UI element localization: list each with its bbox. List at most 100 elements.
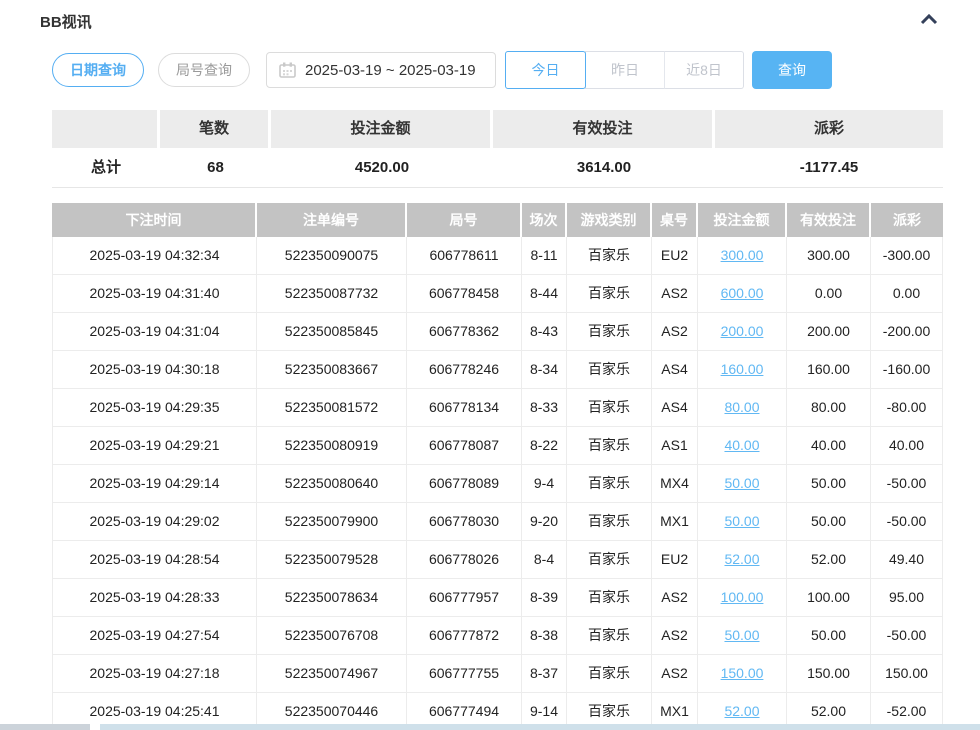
table-no-cell: MX4 — [652, 465, 698, 503]
search-button[interactable]: 查询 — [752, 51, 832, 89]
horizontal-scrollbar-thumb[interactable] — [0, 724, 90, 730]
bet-time-cell: 2025-03-19 04:29:35 — [52, 389, 257, 427]
session-cell: 8-39 — [522, 579, 567, 617]
horizontal-scrollbar-track[interactable] — [100, 724, 980, 730]
valid-bet-cell: 150.00 — [787, 655, 871, 693]
bet-amount-link[interactable]: 50.00 — [724, 475, 759, 491]
table-row: 2025-03-19 04:29:35 522350081572 6067781… — [52, 389, 943, 427]
summary-total-label: 总计 — [52, 148, 160, 187]
valid-bet-cell: 160.00 — [787, 351, 871, 389]
bet-amount-cell: 40.00 — [698, 427, 787, 465]
bet-time-cell: 2025-03-19 04:31:04 — [52, 313, 257, 351]
game-type-cell: 百家乐 — [567, 351, 652, 389]
calendar-icon — [279, 62, 296, 78]
bet-id-cell: 522350081572 — [257, 389, 407, 427]
today-button[interactable]: 今日 — [505, 51, 586, 89]
bet-amount-link[interactable]: 300.00 — [721, 247, 764, 263]
game-type-cell: 百家乐 — [567, 427, 652, 465]
game-type-cell: 百家乐 — [567, 389, 652, 427]
bet-amount-link[interactable]: 160.00 — [721, 361, 764, 377]
chevron-up-icon — [920, 12, 938, 30]
bet-amount-link[interactable]: 80.00 — [724, 399, 759, 415]
toolbar: 日期查询 局号查询 2025-03-19 ~ 2025-03-19 今日 昨日 … — [52, 51, 980, 89]
bet-amount-cell: 52.00 — [698, 541, 787, 579]
page-title: BB视讯 — [40, 11, 92, 32]
bets-table: 下注时间 注单编号 局号 场次 游戏类别 桌号 投注金额 有效投注 派彩 202… — [52, 203, 943, 730]
collapse-button[interactable] — [920, 12, 938, 30]
table-no-cell: AS2 — [652, 313, 698, 351]
bet-amount-cell: 300.00 — [698, 237, 787, 275]
bet-id-cell: 522350079900 — [257, 503, 407, 541]
bet-amount-link[interactable]: 50.00 — [724, 627, 759, 643]
bet-amount-link[interactable]: 52.00 — [724, 703, 759, 719]
payout-cell: -80.00 — [871, 389, 943, 427]
date-query-tab[interactable]: 日期查询 — [52, 53, 144, 87]
bet-time-cell: 2025-03-19 04:28:33 — [52, 579, 257, 617]
table-row: 2025-03-19 04:29:02 522350079900 6067780… — [52, 503, 943, 541]
session-cell: 9-20 — [522, 503, 567, 541]
payout-cell: 0.00 — [871, 275, 943, 313]
game-type-cell: 百家乐 — [567, 275, 652, 313]
payout-cell: -300.00 — [871, 237, 943, 275]
yesterday-button[interactable]: 昨日 — [585, 51, 665, 89]
table-no-cell: EU2 — [652, 237, 698, 275]
valid-bet-cell: 80.00 — [787, 389, 871, 427]
table-no-cell: AS2 — [652, 617, 698, 655]
game-type-cell: 百家乐 — [567, 237, 652, 275]
summary-total-row: 总计 68 4520.00 3614.00 -1177.45 — [52, 148, 943, 188]
round-id-cell: 606778030 — [407, 503, 522, 541]
bet-amount-link[interactable]: 600.00 — [721, 285, 764, 301]
bet-id-cell: 522350080919 — [257, 427, 407, 465]
summary-header-valid-bet: 有效投注 — [493, 110, 715, 148]
last-8-days-button[interactable]: 近8日 — [664, 51, 744, 89]
bet-amount-link[interactable]: 150.00 — [721, 665, 764, 681]
bet-id-cell: 522350085845 — [257, 313, 407, 351]
game-type-cell: 百家乐 — [567, 465, 652, 503]
bet-amount-cell: 600.00 — [698, 275, 787, 313]
valid-bet-cell: 40.00 — [787, 427, 871, 465]
round-id-cell: 606778611 — [407, 237, 522, 275]
summary-table: 笔数 投注金额 有效投注 派彩 总计 68 4520.00 3614.00 -1… — [52, 110, 943, 188]
summary-payout-cell: -1177.45 — [715, 148, 943, 187]
bet-amount-link[interactable]: 52.00 — [724, 551, 759, 567]
session-cell: 9-4 — [522, 465, 567, 503]
summary-bet-amount-cell: 4520.00 — [271, 148, 493, 187]
table-no-cell: AS4 — [652, 389, 698, 427]
summary-header-bet-amount: 投注金额 — [271, 110, 493, 148]
round-id-cell: 606778362 — [407, 313, 522, 351]
panel-header: BB视讯 — [0, 0, 980, 30]
round-query-tab[interactable]: 局号查询 — [158, 53, 250, 87]
game-type-cell: 百家乐 — [567, 617, 652, 655]
bet-id-cell: 522350087732 — [257, 275, 407, 313]
valid-bet-cell: 52.00 — [787, 541, 871, 579]
bet-amount-link[interactable]: 200.00 — [721, 323, 764, 339]
table-no-cell: AS1 — [652, 427, 698, 465]
valid-bet-cell: 50.00 — [787, 617, 871, 655]
date-range-text: 2025-03-19 ~ 2025-03-19 — [305, 62, 476, 79]
date-range-picker[interactable]: 2025-03-19 ~ 2025-03-19 — [266, 52, 496, 88]
bet-time-cell: 2025-03-19 04:29:21 — [52, 427, 257, 465]
bet-time-cell: 2025-03-19 04:30:18 — [52, 351, 257, 389]
session-cell: 8-11 — [522, 237, 567, 275]
game-type-cell: 百家乐 — [567, 541, 652, 579]
session-cell: 8-43 — [522, 313, 567, 351]
bet-id-cell: 522350083667 — [257, 351, 407, 389]
bet-amount-cell: 160.00 — [698, 351, 787, 389]
bet-amount-link[interactable]: 40.00 — [724, 437, 759, 453]
round-id-cell: 606777872 — [407, 617, 522, 655]
table-row: 2025-03-19 04:27:54 522350076708 6067778… — [52, 617, 943, 655]
bet-time-cell: 2025-03-19 04:29:14 — [52, 465, 257, 503]
bet-time-cell: 2025-03-19 04:29:02 — [52, 503, 257, 541]
bet-amount-link[interactable]: 100.00 — [721, 589, 764, 605]
valid-bet-cell: 50.00 — [787, 465, 871, 503]
table-no-cell: MX1 — [652, 503, 698, 541]
bet-amount-link[interactable]: 50.00 — [724, 513, 759, 529]
table-no-cell: AS4 — [652, 351, 698, 389]
table-no-cell: AS2 — [652, 579, 698, 617]
col-bet-amount: 投注金额 — [698, 203, 787, 237]
payout-cell: -160.00 — [871, 351, 943, 389]
table-no-cell: AS2 — [652, 655, 698, 693]
col-bet-time: 下注时间 — [52, 203, 257, 237]
round-id-cell: 606778134 — [407, 389, 522, 427]
bet-id-cell: 522350074967 — [257, 655, 407, 693]
